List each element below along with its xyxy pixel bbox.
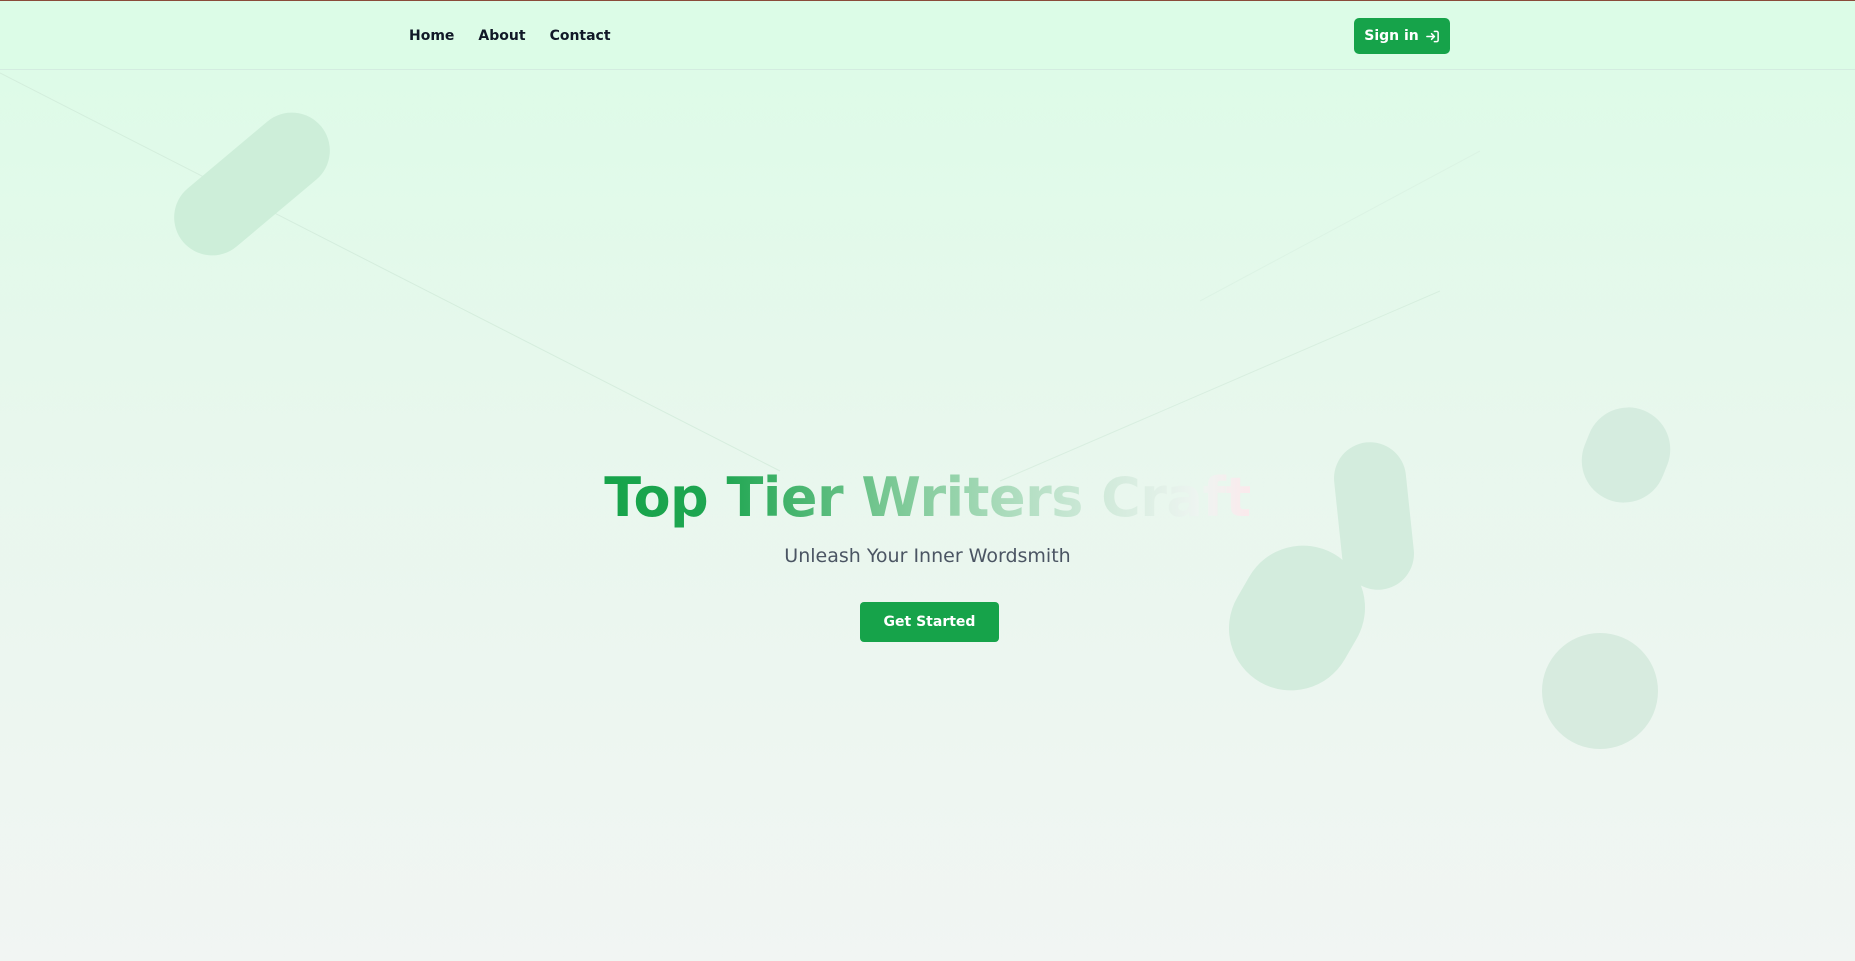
hero-section: Top Tier Writers Craft Unleash Your Inne… [0, 1, 1855, 961]
nav-links: Home About Contact [409, 27, 611, 45]
hero-title: Top Tier Writers Craft [604, 463, 1251, 533]
top-navbar: Home About Contact Sign in [0, 1, 1855, 70]
sign-in-arrow-icon [1425, 30, 1439, 42]
sign-in-button[interactable]: Sign in [1354, 18, 1450, 54]
hero-title-wrap: Top Tier Writers Craft [0, 463, 1855, 533]
nav-link-contact[interactable]: Contact [550, 27, 611, 45]
nav-link-home[interactable]: Home [409, 27, 454, 45]
sign-in-label: Sign in [1364, 28, 1419, 44]
nav-link-about[interactable]: About [478, 27, 525, 45]
hero-subtitle: Unleash Your Inner Wordsmith [784, 545, 1071, 567]
get-started-button[interactable]: Get Started [860, 602, 999, 642]
